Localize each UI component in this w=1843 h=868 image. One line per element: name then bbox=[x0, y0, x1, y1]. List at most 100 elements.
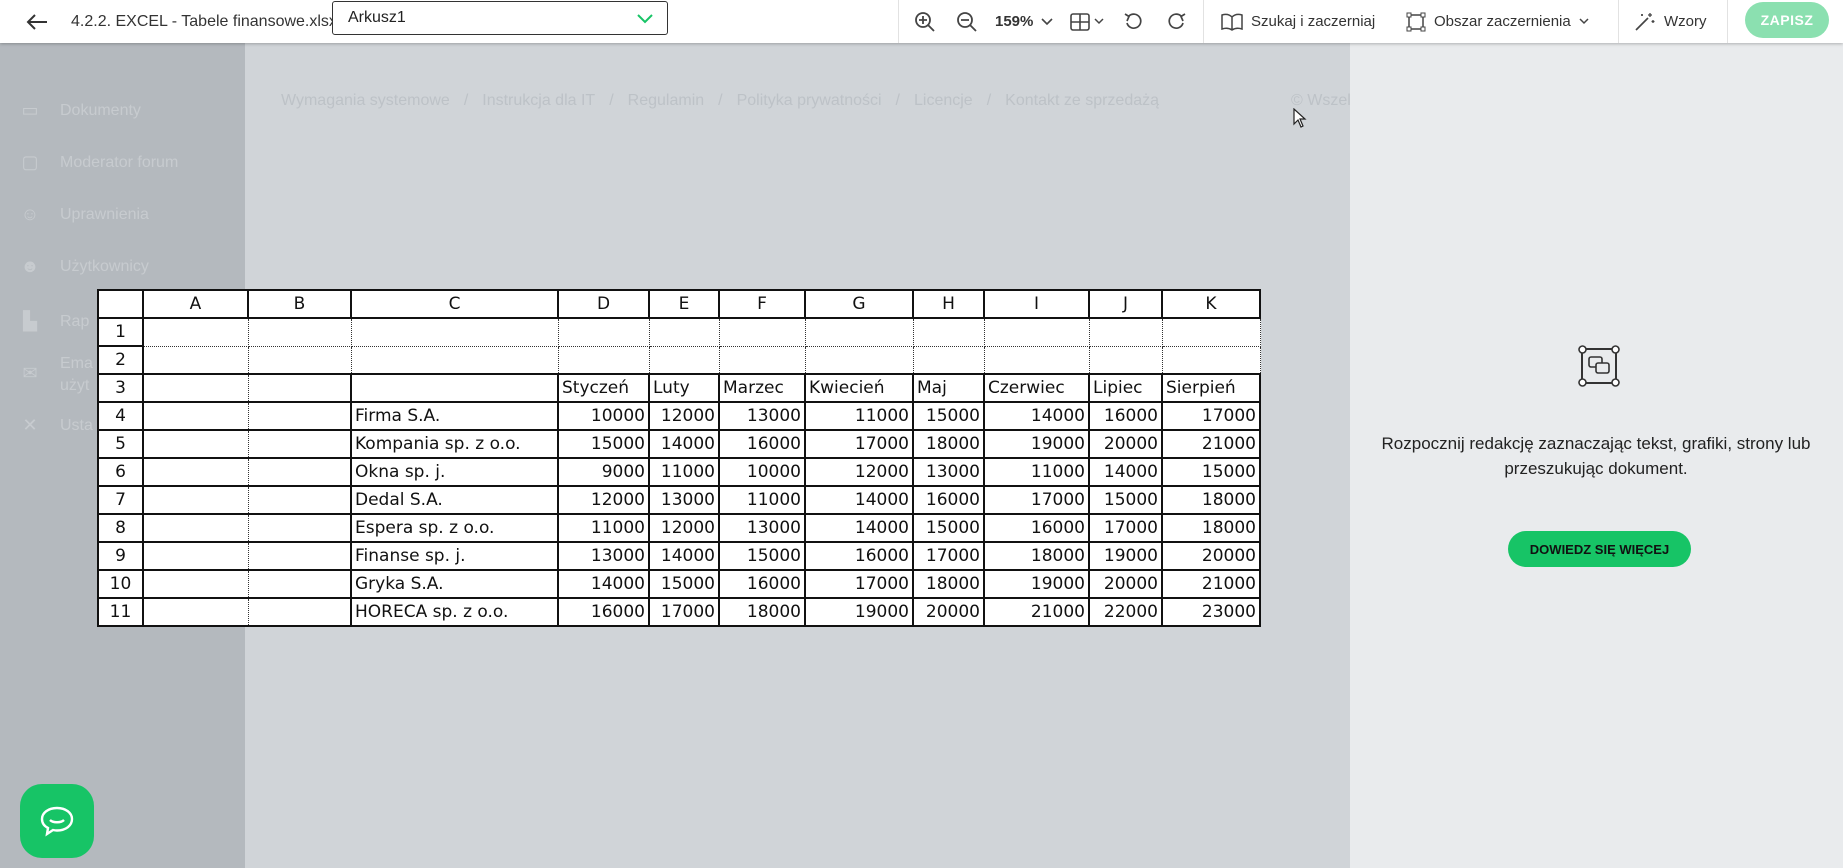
row-header: 7 bbox=[97, 485, 144, 515]
empty-cell bbox=[142, 569, 249, 599]
value-cell: 16000 bbox=[718, 429, 806, 459]
back-arrow-icon[interactable] bbox=[20, 0, 54, 43]
column-header: K bbox=[1161, 289, 1261, 319]
value-cell: 14000 bbox=[648, 429, 720, 459]
value-cell: 15000 bbox=[1161, 457, 1261, 487]
breadcrumb-link[interactable]: Polityka prywatności bbox=[737, 92, 882, 110]
value-cell: 16000 bbox=[983, 513, 1090, 543]
chevron-down-icon bbox=[1094, 18, 1104, 25]
chevron-down-icon bbox=[637, 8, 653, 29]
redaction-area-label: Obszar zaczernienia bbox=[1434, 13, 1571, 30]
sidebar-item-permissions[interactable]: ☺ Uprawnienia bbox=[18, 204, 149, 225]
sidebar-item-email[interactable]: ✉ Ema użyt bbox=[18, 353, 92, 397]
empty-cell bbox=[247, 513, 352, 543]
month-header: Marzec bbox=[718, 373, 806, 403]
value-cell: 16000 bbox=[557, 597, 650, 627]
value-cell: 14000 bbox=[804, 485, 914, 515]
undo-icon[interactable] bbox=[1122, 0, 1146, 43]
sheet-select[interactable]: Arkusz1 bbox=[332, 1, 668, 35]
chat-bubble-icon bbox=[40, 806, 74, 837]
table-row: 6 Okna sp. j. 9000 11000 10000 12000 13000 1100… bbox=[97, 457, 1261, 487]
sidebar-item-reports[interactable]: ▙ Rap bbox=[18, 311, 89, 332]
value-cell: 11000 bbox=[718, 485, 806, 515]
value-cell: 13000 bbox=[557, 541, 650, 571]
zoom-select[interactable]: 159% bbox=[995, 0, 1053, 43]
breadcrumb-link[interactable]: Regulamin bbox=[628, 92, 704, 110]
selection-icon bbox=[1578, 345, 1620, 387]
breadcrumb-link[interactable]: Kontakt ze sprzedażą bbox=[1005, 92, 1159, 110]
value-cell: 16000 bbox=[1088, 401, 1163, 431]
column-header: J bbox=[1088, 289, 1163, 319]
tools-icon: ✕ bbox=[22, 415, 38, 435]
redaction-area-button[interactable]: Obszar zaczernienia bbox=[1406, 0, 1589, 43]
table-view-button[interactable] bbox=[1070, 0, 1104, 43]
value-cell: 14000 bbox=[804, 513, 914, 543]
column-header: G bbox=[804, 289, 914, 319]
sidebar-item-forum-moderator[interactable]: ▢ Moderator forum bbox=[18, 152, 178, 173]
value-cell: 23000 bbox=[1161, 597, 1261, 627]
chat-support-button[interactable] bbox=[20, 784, 94, 858]
zoom-out-icon[interactable] bbox=[954, 0, 980, 43]
table-row: 2 bbox=[97, 345, 1261, 375]
row-header: 11 bbox=[97, 597, 144, 627]
value-cell: 12000 bbox=[557, 485, 650, 515]
column-header: H bbox=[912, 289, 985, 319]
save-button[interactable]: ZAPISZ bbox=[1745, 2, 1829, 38]
row-header: 1 bbox=[97, 317, 144, 347]
company-name-cell: HORECA sp. z o.o. bbox=[350, 597, 559, 627]
value-cell: 15000 bbox=[648, 569, 720, 599]
value-cell: 21000 bbox=[1161, 569, 1261, 599]
column-header: D bbox=[557, 289, 650, 319]
row-header: 5 bbox=[97, 429, 144, 459]
spreadsheet-preview: A B C D E F G H I J K 1 2 3 Styczeń Luty… bbox=[97, 289, 1261, 627]
patterns-button[interactable]: Wzory bbox=[1634, 0, 1707, 43]
company-name-cell: Dedal S.A. bbox=[350, 485, 559, 515]
value-cell: 11000 bbox=[648, 457, 720, 487]
value-cell: 10000 bbox=[557, 401, 650, 431]
sidebar-item-settings[interactable]: ✕ Usta bbox=[18, 415, 92, 436]
redo-icon[interactable] bbox=[1164, 0, 1188, 43]
company-name-cell: Firma S.A. bbox=[350, 401, 559, 431]
value-cell: 15000 bbox=[1088, 485, 1163, 515]
company-name-cell: Okna sp. j. bbox=[350, 457, 559, 487]
sidebar-item-users[interactable]: ☻ Użytkownicy bbox=[18, 256, 149, 277]
value-cell: 16000 bbox=[718, 569, 806, 599]
zoom-value: 159% bbox=[995, 13, 1034, 30]
corner-cell bbox=[97, 289, 144, 319]
value-cell: 21000 bbox=[983, 597, 1090, 627]
value-cell: 20000 bbox=[1088, 429, 1163, 459]
value-cell: 15000 bbox=[718, 541, 806, 571]
empty-cell bbox=[142, 429, 249, 459]
learn-more-button[interactable]: DOWIEDZ SIĘ WIĘCEJ bbox=[1508, 531, 1691, 567]
value-cell: 18000 bbox=[912, 429, 985, 459]
value-cell: 11000 bbox=[804, 401, 914, 431]
zoom-in-icon[interactable] bbox=[912, 0, 938, 43]
breadcrumb-link[interactable]: Instrukcja dla IT bbox=[482, 92, 595, 110]
breadcrumb-link[interactable]: Licencje bbox=[914, 92, 973, 110]
search-redact-button[interactable]: Szukaj i zaczerniaj bbox=[1221, 0, 1375, 43]
table-row: 3 Styczeń Luty Marzec Kwiecień Maj Czerw… bbox=[97, 373, 1261, 403]
table-row: 11 HORECA sp. z o.o. 16000 17000 18000 19000 2… bbox=[97, 597, 1261, 627]
value-cell: 14000 bbox=[648, 541, 720, 571]
empty-cell bbox=[247, 569, 352, 599]
panel-message: Rozpocznij redakcję zaznaczając tekst, g… bbox=[1381, 434, 1811, 478]
value-cell: 14000 bbox=[1088, 457, 1163, 487]
table-row: 8 Espera sp. z o.o. 11000 12000 13000 14000 15… bbox=[97, 513, 1261, 543]
patterns-label: Wzory bbox=[1664, 13, 1707, 30]
folder-icon: ▭ bbox=[21, 100, 39, 120]
toolbar-divider bbox=[1203, 0, 1204, 43]
sidebar-item-documents[interactable]: ▭ Dokumenty bbox=[18, 100, 140, 121]
month-header: Sierpień bbox=[1161, 373, 1261, 403]
toolbar-divider bbox=[1727, 0, 1728, 43]
toolbar-divider bbox=[1618, 0, 1619, 43]
breadcrumb-link[interactable]: Wymagania systemowe bbox=[281, 92, 450, 110]
empty-cell bbox=[247, 457, 352, 487]
value-cell: 17000 bbox=[804, 429, 914, 459]
grid-icon bbox=[1070, 12, 1090, 31]
month-header: Lipiec bbox=[1088, 373, 1163, 403]
empty-cell bbox=[142, 597, 249, 627]
row-header: 10 bbox=[97, 569, 144, 599]
value-cell: 17000 bbox=[804, 569, 914, 599]
value-cell: 18000 bbox=[1161, 513, 1261, 543]
value-cell: 12000 bbox=[648, 513, 720, 543]
